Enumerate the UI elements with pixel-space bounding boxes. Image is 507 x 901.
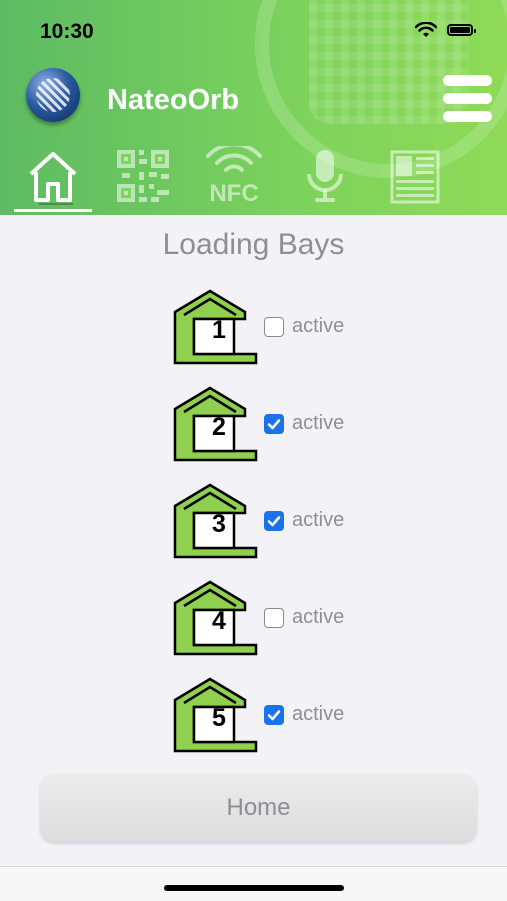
microphone-icon <box>307 150 343 202</box>
home-indicator <box>164 885 344 891</box>
bay-active-checkbox[interactable] <box>264 705 284 725</box>
bay-number: 5 <box>212 704 226 732</box>
app-header: 10:30 NateoOrb NFC <box>0 0 507 215</box>
wifi-icon <box>415 22 437 37</box>
qr-code-icon <box>117 150 169 202</box>
bay-active-label: active <box>292 412 345 434</box>
battery-icon <box>447 24 476 36</box>
home-button[interactable]: Home <box>40 774 477 842</box>
tab-bar: NFC <box>0 140 507 215</box>
nfc-icon: NFC <box>206 146 262 206</box>
bay-number: 1 <box>212 316 226 344</box>
bay-active-checkbox[interactable] <box>264 511 284 531</box>
app-logo <box>26 68 80 122</box>
bay-active-label: active <box>292 315 345 337</box>
tab-document[interactable] <box>382 144 448 208</box>
bay-row: 5 active <box>172 676 412 756</box>
bottom-bar <box>0 866 507 901</box>
page-title: Loading Bays <box>162 228 345 261</box>
bay-number: 3 <box>212 510 226 538</box>
document-icon <box>390 150 440 204</box>
bay-active-checkbox[interactable] <box>264 608 284 628</box>
bay-number: 4 <box>212 607 226 635</box>
app-title: NateoOrb <box>107 84 240 116</box>
nfc-label: NFC <box>209 180 258 206</box>
active-tab-indicator <box>14 209 92 212</box>
bay-row: 3 active <box>172 482 412 562</box>
tab-qr[interactable] <box>110 144 176 208</box>
checkmark-icon <box>267 516 281 527</box>
bay-active-checkbox[interactable] <box>264 317 284 337</box>
tab-nfc[interactable]: NFC <box>200 144 268 208</box>
bay-row: 4 active <box>172 579 412 659</box>
tab-voice[interactable] <box>292 144 358 208</box>
status-time: 10:30 <box>40 20 94 43</box>
checkmark-icon <box>267 419 281 430</box>
checkmark-icon <box>267 710 281 721</box>
tab-home[interactable] <box>20 144 86 208</box>
status-icons <box>415 22 476 38</box>
bay-active-label: active <box>292 509 345 531</box>
bay-row: 1 active <box>172 288 412 368</box>
bay-active-label: active <box>292 606 345 628</box>
bay-active-checkbox[interactable] <box>264 414 284 434</box>
bay-row: 2 active <box>172 385 412 465</box>
bay-active-label: active <box>292 703 345 725</box>
bay-number: 2 <box>212 413 226 441</box>
home-icon <box>29 152 77 205</box>
hamburger-menu-button[interactable] <box>443 75 493 127</box>
